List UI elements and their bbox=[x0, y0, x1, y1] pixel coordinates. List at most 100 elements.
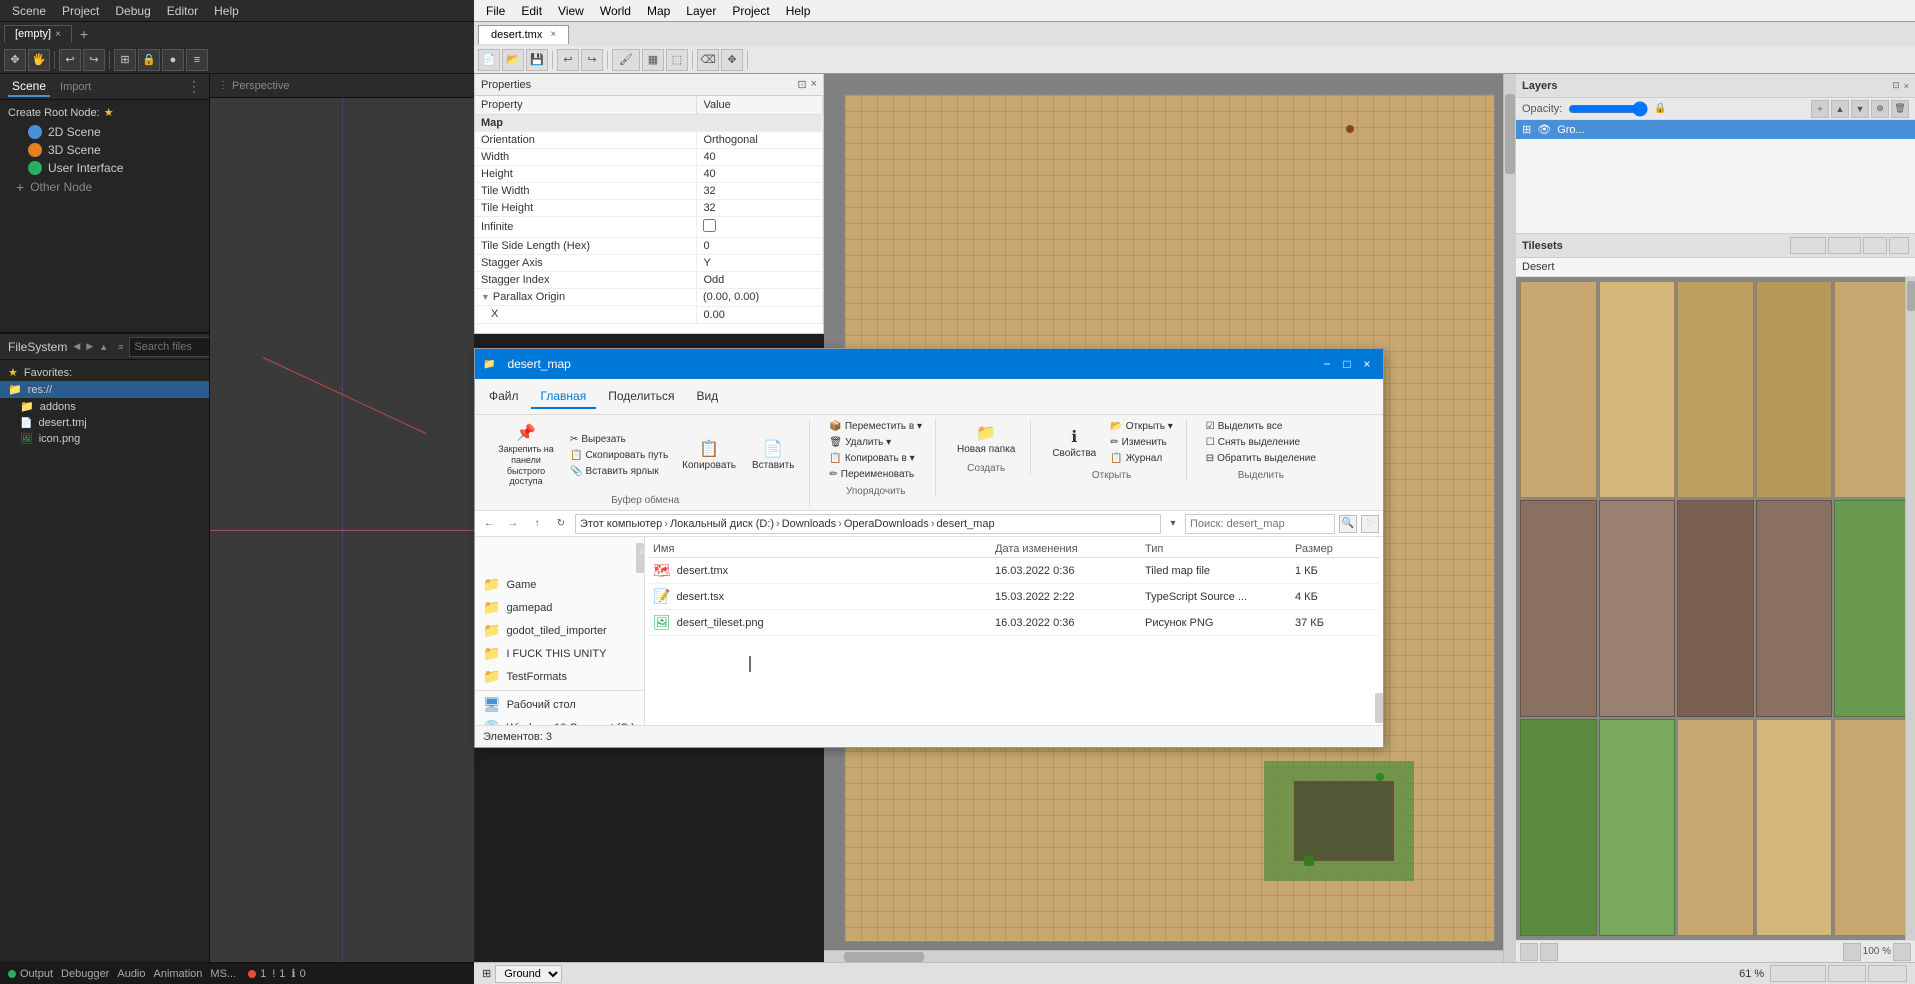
debugger-item[interactable]: Debugger bbox=[61, 968, 109, 980]
tile-cell[interactable] bbox=[1756, 719, 1833, 936]
tiled-menu-world[interactable]: World bbox=[592, 2, 639, 20]
col-size[interactable]: Размер bbox=[1295, 543, 1375, 555]
fe-delete-btn[interactable]: 🗑 Удалить ▾ bbox=[824, 435, 927, 450]
fe-paste-btn[interactable]: 📄 Вставить bbox=[745, 435, 801, 475]
fe-tab-home[interactable]: Главная bbox=[531, 385, 597, 409]
fs-addons[interactable]: 📁 addons bbox=[0, 398, 209, 415]
opacity-slider[interactable] bbox=[1568, 101, 1648, 117]
lock-btn[interactable]: 🔒 bbox=[138, 49, 160, 71]
tileset-vscroll[interactable] bbox=[1905, 277, 1915, 940]
tileset-scroll-thumb[interactable] bbox=[1907, 281, 1915, 311]
tile-cell[interactable] bbox=[1520, 281, 1597, 498]
tiled-open-btn[interactable]: 📂 bbox=[502, 49, 524, 71]
tiled-undo-btn[interactable]: ↩ bbox=[557, 49, 579, 71]
col-type[interactable]: Тип bbox=[1145, 543, 1295, 555]
col-name[interactable]: Имя bbox=[653, 543, 995, 555]
tiled-fill-btn[interactable]: ▦ bbox=[642, 49, 664, 71]
fe-new-folder-btn[interactable]: 📁 Новая папка bbox=[950, 419, 1022, 459]
tileset-zoom-in-btn[interactable]: + bbox=[1893, 943, 1911, 961]
tile-cell[interactable] bbox=[1756, 281, 1833, 498]
tile-btn[interactable]: Tile... bbox=[1828, 965, 1866, 982]
fe-copy-btn[interactable]: 📋 Копировать bbox=[675, 435, 743, 475]
fs-back-btn[interactable]: ◀ bbox=[73, 341, 80, 352]
la-tab[interactable]: La... bbox=[1828, 237, 1861, 254]
tile-cell[interactable] bbox=[1677, 281, 1754, 498]
grid-btn[interactable]: ⊞ bbox=[114, 49, 136, 71]
other-node-item[interactable]: + Other Node bbox=[8, 177, 201, 197]
tiled-vscroll-thumb[interactable] bbox=[1505, 94, 1515, 174]
layer-add-btn[interactable]: + bbox=[1811, 100, 1829, 118]
tiled-menu-view[interactable]: View bbox=[550, 2, 592, 20]
menu-editor[interactable]: Editor bbox=[159, 2, 206, 20]
tiled-eraser-btn[interactable]: ⌫ bbox=[697, 49, 719, 71]
infinite-checkbox[interactable] bbox=[703, 219, 716, 232]
fs-forward-btn[interactable]: ▶ bbox=[86, 341, 93, 352]
fe-folder-unity[interactable]: 📁 I FUCK THIS UNITY bbox=[475, 642, 644, 665]
file-row-tmx[interactable]: 🗺 desert.tmx 16.03.2022 0:36 Tiled map f… bbox=[649, 558, 1379, 584]
undo-btn[interactable]: ↩ bbox=[59, 49, 81, 71]
tiled-menu-edit[interactable]: Edit bbox=[513, 2, 550, 20]
tile-cell-stone[interactable] bbox=[1520, 500, 1597, 717]
news-btn[interactable]: News bbox=[1868, 965, 1907, 982]
scene-panel-menu-btn[interactable]: ⋮ bbox=[187, 78, 201, 95]
tile-cell[interactable] bbox=[1834, 281, 1911, 498]
tileset-add-btn[interactable]: + bbox=[1520, 943, 1538, 961]
fe-drive-c[interactable]: 💿 Windows 10 Compact (C:) bbox=[475, 716, 644, 725]
ob-tab[interactable]: Ob... bbox=[1790, 237, 1826, 254]
fs-res[interactable]: 📁 res:// bbox=[0, 381, 209, 398]
fe-maximize-btn[interactable]: □ bbox=[1339, 356, 1355, 372]
tiled-menu-file[interactable]: File bbox=[478, 2, 513, 20]
menu-help[interactable]: Help bbox=[206, 2, 247, 20]
parallax-expand-icon[interactable]: ▼ bbox=[481, 292, 490, 302]
tab-add-button[interactable]: + bbox=[76, 26, 92, 42]
tileset-remove-btn[interactable]: − bbox=[1540, 943, 1558, 961]
fe-minimize-btn[interactable]: − bbox=[1319, 356, 1335, 372]
file-row-tsx[interactable]: 📝 desert.tsx 15.03.2022 2:22 TypeScript … bbox=[649, 584, 1379, 610]
tab-close-icon[interactable]: × bbox=[55, 29, 61, 40]
tiled-new-btn[interactable]: 📄 bbox=[478, 49, 500, 71]
fe-deselect-btn[interactable]: ☐ Снять выделение bbox=[1201, 435, 1321, 450]
layer-item-ground[interactable]: ⊞ 👁 Gro... bbox=[1516, 120, 1915, 139]
move-tool-btn[interactable]: 🖐 bbox=[28, 49, 50, 71]
output-item[interactable]: Output bbox=[8, 968, 53, 980]
tile-cell-stone[interactable] bbox=[1677, 500, 1754, 717]
layer-visible-icon[interactable]: 👁 bbox=[1537, 123, 1551, 136]
fs-view-btn[interactable]: ≡ bbox=[118, 342, 123, 352]
fe-copy-to-btn[interactable]: 📋 Копировать в ▾ bbox=[824, 451, 927, 466]
fe-copy-path-btn[interactable]: 📋 Скопировать путь bbox=[565, 448, 673, 463]
select-tool-btn[interactable]: ✥ bbox=[4, 49, 26, 71]
layer-up-btn[interactable]: ▲ bbox=[1831, 100, 1849, 118]
menu-debug[interactable]: Debug bbox=[107, 2, 158, 20]
fe-tab-view[interactable]: Вид bbox=[686, 385, 728, 409]
file-row-png[interactable]: 🖼 desert_tileset.png 16.03.2022 0:36 Рис… bbox=[649, 610, 1379, 636]
tiled-select-btn[interactable]: ⬚ bbox=[666, 49, 688, 71]
properties-close-btn[interactable]: × bbox=[811, 78, 817, 91]
fs-desert-tmj[interactable]: 📄 desert.tmj bbox=[0, 415, 209, 431]
fe-search-btn[interactable]: 🔍 bbox=[1339, 515, 1357, 533]
layers-float-btn[interactable]: ⊡ bbox=[1892, 80, 1900, 91]
error-count[interactable]: 1 ! 1 ℹ 0 bbox=[248, 967, 306, 980]
fe-path-bar[interactable]: Этот компьютер › Локальный диск (D:) › D… bbox=[575, 514, 1161, 534]
layers-close-btn[interactable]: × bbox=[1904, 81, 1909, 91]
fe-forward-btn[interactable]: → bbox=[503, 514, 523, 534]
layer-delete-btn[interactable]: 🗑 bbox=[1891, 100, 1909, 118]
fe-invert-btn[interactable]: ⊟ Обратить выделение bbox=[1201, 451, 1321, 466]
properties-float-btn[interactable]: ⊡ bbox=[797, 78, 806, 91]
more-btn[interactable]: ≡ bbox=[186, 49, 208, 71]
menu-project[interactable]: Project bbox=[54, 2, 107, 20]
tile-cell-stone[interactable] bbox=[1756, 500, 1833, 717]
fe-move-btn[interactable]: 📦 Переместить в ▾ bbox=[824, 419, 927, 434]
tiled-vscroll[interactable] bbox=[1503, 74, 1515, 962]
scene-item-ui[interactable]: User Interface bbox=[8, 159, 201, 177]
tile-cell-green[interactable] bbox=[1520, 719, 1597, 936]
fe-search-input[interactable] bbox=[1185, 514, 1335, 534]
fe-folder-gamepad[interactable]: 📁 gamepad bbox=[475, 596, 644, 619]
fe-desktop[interactable]: 🖥 Рабочий стол bbox=[475, 693, 644, 716]
fe-pin-btn[interactable]: 📌 Закрепить на панели быстрого доступа bbox=[489, 419, 563, 491]
tiled-redo-btn[interactable]: ↪ bbox=[581, 49, 603, 71]
tiled-menu-project[interactable]: Project bbox=[724, 2, 777, 20]
tile-cell[interactable] bbox=[1599, 281, 1676, 498]
fe-back-btn[interactable]: ← bbox=[479, 514, 499, 534]
fe-log-btn[interactable]: 📋 Журнал bbox=[1105, 451, 1178, 466]
import-btn[interactable]: Import bbox=[60, 81, 91, 93]
